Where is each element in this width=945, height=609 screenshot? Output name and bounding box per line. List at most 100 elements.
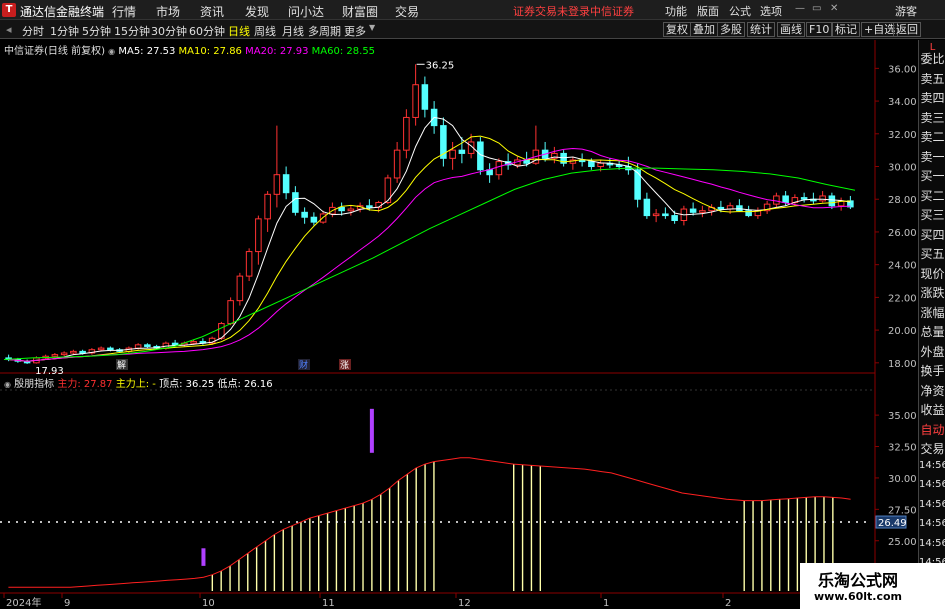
menu-item-options[interactable]: 选项 xyxy=(760,3,782,19)
ma60-label: MA60: 28.55 xyxy=(311,46,376,57)
x-tick-label: 11 xyxy=(322,598,335,609)
side-panel-item: 外盘 xyxy=(920,344,945,359)
minimize-icon[interactable]: — xyxy=(795,3,805,14)
indicator-settings-icon[interactable]: ◉ xyxy=(4,380,11,389)
menu-item-trade[interactable]: 交易 xyxy=(395,3,419,20)
side-panel-item: 买二 xyxy=(920,188,945,203)
period-tab-more[interactable]: 更多 xyxy=(344,23,366,39)
menu-item-news[interactable]: 资讯 xyxy=(200,3,224,20)
more-dropdown-icon[interactable]: ▼ xyxy=(369,23,375,32)
draw-line-button[interactable]: 画线 xyxy=(777,22,805,37)
side-panel-item[interactable]: 自动 xyxy=(919,421,945,438)
indicator-purple-bar xyxy=(201,548,206,566)
indicator-bars xyxy=(211,461,834,591)
candle-body xyxy=(79,350,86,354)
candle-body xyxy=(282,174,290,194)
side-panel-item[interactable]: 14:56 xyxy=(919,518,945,529)
ma10-label: MA10: 27.86 xyxy=(178,46,242,57)
ma5-line xyxy=(8,116,851,362)
candle-body xyxy=(458,149,466,154)
menu-item-discover[interactable]: 发现 xyxy=(245,3,269,20)
side-panel-item: 买三 xyxy=(920,208,945,222)
menu-item-layout[interactable]: 版面 xyxy=(697,3,719,19)
candle-body xyxy=(523,159,530,164)
toolbar-arrow-icon[interactable]: ◂ xyxy=(6,23,12,36)
menu-item-function[interactable]: 功能 xyxy=(665,3,687,19)
x-tick-label: 9 xyxy=(64,598,70,609)
current-value-label: 26.49 xyxy=(878,518,907,529)
back-button[interactable]: 返回 xyxy=(893,22,921,37)
indicator-legend: ◉ 殷朋指标 主力: 27.87 主力上: - 顶点: 36.25 低点: 26… xyxy=(4,375,273,390)
indicator-name[interactable]: 殷朋指标 xyxy=(14,379,54,390)
period-tab-weekly[interactable]: 周线 xyxy=(254,23,276,39)
ma60-line xyxy=(3,167,856,360)
x-tick-label: 2024年 xyxy=(6,596,41,609)
ind-y-tick-label: 30.00 xyxy=(888,474,917,485)
period-tab-monthly[interactable]: 月线 xyxy=(282,23,304,39)
indicator-main-up-label: 主力上: - xyxy=(115,379,156,390)
app-name: 通达信金融终端 xyxy=(20,5,105,19)
side-panel-item: 卖二 xyxy=(920,130,945,144)
legend-dropdown-icon[interactable]: ◉ xyxy=(108,47,115,56)
multi-stock-button[interactable]: 多股 xyxy=(717,22,745,37)
kline-chart[interactable]: 36.2517.93 解财涨 36.0034.0032.0030.0028.002… xyxy=(0,40,918,609)
app-logo-icon: T xyxy=(2,3,16,17)
candle-body xyxy=(97,347,105,351)
adjust-button[interactable]: 复权 xyxy=(663,22,691,37)
overlay-button[interactable]: 叠加 xyxy=(690,22,718,37)
menu-bar: T 通达信金融终端 行情 市场 资讯 发现 问小达 财富圈 交易 证券交易未登录… xyxy=(0,0,945,20)
side-panel-item[interactable]: 14:56 xyxy=(919,499,945,510)
period-tab-multi[interactable]: 多周期 xyxy=(308,23,341,39)
candle-body xyxy=(227,300,234,325)
candle-body xyxy=(273,174,281,195)
x-tick-label: 12 xyxy=(458,598,471,609)
user-guest[interactable]: 游客 xyxy=(895,3,917,19)
menu-item-markets[interactable]: 市场 xyxy=(156,3,180,20)
menu-item-wealth[interactable]: 财富圈 xyxy=(342,3,378,20)
side-panel-item: 涨幅 xyxy=(920,305,945,320)
ind-y-tick-label: 35.00 xyxy=(888,411,917,422)
period-toolbar: ◂ 分时 1分钟 5分钟 15分钟 30分钟 60分钟 日线 周线 月线 多周期… xyxy=(0,20,945,39)
candle-body xyxy=(107,347,114,351)
menu-item-formula[interactable]: 公式 xyxy=(729,3,751,19)
side-panel-item[interactable]: 14:56 xyxy=(919,479,945,490)
ma20-line xyxy=(8,147,851,362)
side-panel-item[interactable]: 14:56 xyxy=(919,460,945,471)
candle-body xyxy=(421,84,429,110)
side-panel-item[interactable]: 14:56 xyxy=(919,538,945,549)
mark-button[interactable]: 标记 xyxy=(832,22,860,37)
period-tab-5min[interactable]: 5分钟 xyxy=(82,23,111,39)
period-tab-daily[interactable]: 日线 xyxy=(228,23,250,39)
candle-body xyxy=(588,161,595,168)
side-panel-item: 卖一 xyxy=(920,149,945,164)
side-panel-item: 净资 xyxy=(920,383,945,398)
trade-login-notice[interactable]: 证券交易未登录 xyxy=(513,3,590,19)
period-tab-timeshare[interactable]: 分时 xyxy=(22,23,44,39)
period-tab-1min[interactable]: 1分钟 xyxy=(50,23,79,39)
period-tab-60min[interactable]: 60分钟 xyxy=(189,23,225,39)
side-panel-item: 现价 xyxy=(920,266,945,281)
menu-item-ask[interactable]: 问小达 xyxy=(288,3,324,20)
stock-title[interactable]: 中信证券(日线 前复权) xyxy=(4,46,105,57)
side-panel-item: 卖三 xyxy=(920,110,945,125)
candle-body xyxy=(347,208,355,212)
statistics-button[interactable]: 统计 xyxy=(747,22,775,37)
indicator-main-line xyxy=(8,457,851,588)
main-legend: 中信证券(日线 前复权) ◉ MA5: 27.53 MA10: 27.86 MA… xyxy=(4,42,375,57)
y-tick-label: 24.00 xyxy=(888,261,917,272)
restore-icon[interactable]: ▭ xyxy=(812,3,821,14)
period-tab-15min[interactable]: 15分钟 xyxy=(114,23,150,39)
candle-body xyxy=(190,341,197,344)
f10-button[interactable]: F10 xyxy=(806,22,833,37)
indicator-top-label: 顶点: 36.25 xyxy=(159,379,215,390)
candle-body xyxy=(662,213,669,217)
side-panel-item[interactable]: 交易 xyxy=(919,440,945,457)
period-tab-30min[interactable]: 30分钟 xyxy=(151,23,187,39)
candle-body xyxy=(245,251,253,277)
close-icon[interactable]: ✕ xyxy=(830,3,838,14)
menu-item-market[interactable]: 行情 xyxy=(112,3,136,20)
y-tick-label: 20.00 xyxy=(888,326,917,337)
side-panel-item: 换手 xyxy=(920,364,945,378)
candle-body xyxy=(412,84,419,118)
candle-body xyxy=(643,198,651,217)
